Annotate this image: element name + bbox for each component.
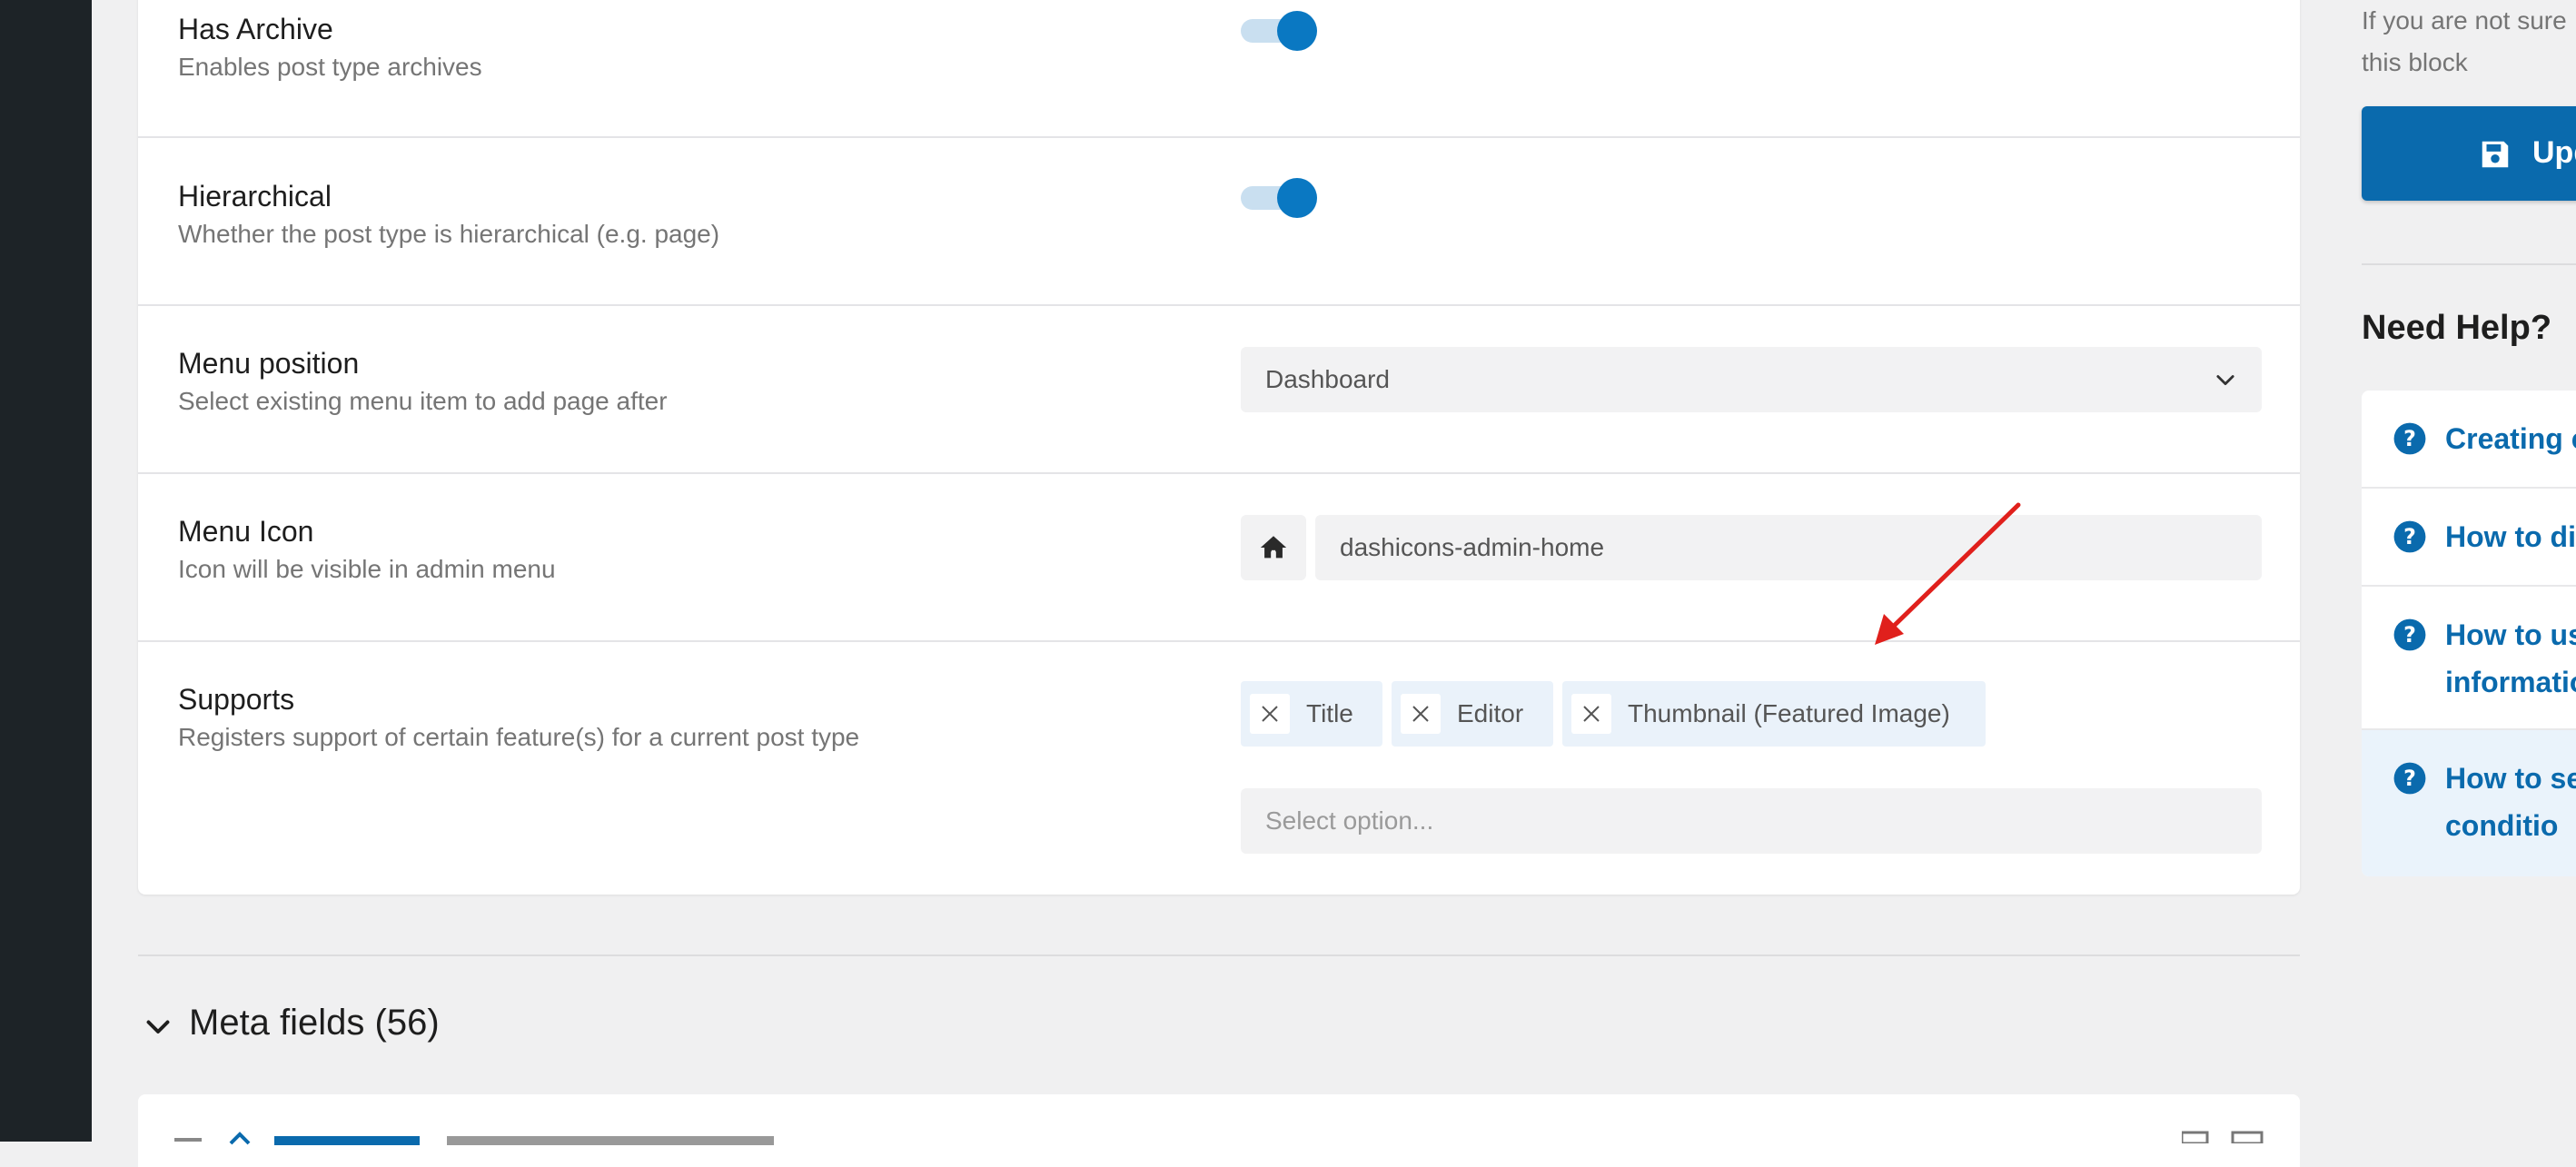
tag-label: Editor [1457, 699, 1524, 727]
help-link[interactable]: ? How to us informatio [2362, 587, 2576, 730]
tag-label: Thumbnail (Featured Image) [1628, 699, 1950, 727]
close-icon [1412, 706, 1429, 722]
hierarchical-label: Hierarchical [178, 180, 332, 213]
question-icon: ? [2393, 520, 2426, 553]
supports-tag-title: Title [1241, 681, 1382, 747]
has-archive-label: Has Archive [178, 13, 333, 45]
menu-icon-value: dashicons-admin-home [1340, 533, 1605, 561]
sidebar-hint-line: If you are not sure [2362, 6, 2567, 35]
help-link-text: How to di [2445, 520, 2576, 553]
sidebar-divider [2362, 263, 2576, 265]
sidebar-hint-line: this block [2362, 48, 2468, 76]
help-link[interactable]: ? Creating c [2362, 391, 2576, 489]
supports-tag-thumbnail: Thumbnail (Featured Image) [1562, 681, 1986, 747]
remove-tag-button[interactable] [1250, 694, 1290, 734]
help-link[interactable]: ? How to di [2362, 489, 2576, 587]
help-title: Need Help? [2362, 309, 2552, 347]
chevron-down-icon [2216, 375, 2234, 386]
supports-description: Registers support of certain feature(s) … [178, 723, 860, 751]
menu-position-value: Dashboard [1265, 365, 1390, 393]
menu-icon-label: Menu Icon [178, 515, 314, 548]
svg-text:?: ? [2403, 426, 2416, 451]
help-link-text: informatio [2445, 666, 2576, 698]
help-link-text: How to se [2445, 762, 2576, 795]
meta-fields-title: Meta fields (56) [189, 1003, 440, 1043]
chevron-down-icon [146, 1020, 170, 1033]
question-icon: ? [2393, 618, 2426, 651]
supports-tag-editor: Editor [1392, 681, 1553, 747]
has-archive-toggle[interactable] [1241, 11, 1317, 51]
help-links: ? Creating c ? How to di ? How to us inf… [2362, 391, 2576, 876]
save-icon [2482, 141, 2509, 168]
close-icon [1262, 706, 1278, 722]
question-icon: ? [2393, 762, 2426, 795]
update-button[interactable]: Upd [2362, 106, 2576, 201]
meta-fields-panel [138, 1094, 2300, 1167]
remove-tag-button[interactable] [1401, 694, 1441, 734]
svg-text:?: ? [2403, 524, 2416, 549]
help-link[interactable]: ? How to se conditio [2362, 730, 2576, 876]
menu-icon-input[interactable]: dashicons-admin-home [1315, 515, 2262, 580]
sidebar-hint: If you are not sure this block [2362, 0, 2567, 84]
hierarchical-toggle[interactable] [1241, 178, 1317, 218]
svg-text:?: ? [2403, 622, 2416, 648]
admin-sidebar [0, 0, 92, 1142]
remove-tag-button[interactable] [1571, 694, 1611, 734]
settings-panel: Has Archive Enables post type archives H… [138, 0, 2300, 895]
meta-field-row-fragment [174, 1132, 774, 1145]
help-link-text: Creating c [2445, 422, 2576, 455]
has-archive-description: Enables post type archives [178, 53, 482, 81]
supports-select-input[interactable]: Select option... [1241, 788, 2262, 854]
menu-icon-description: Icon will be visible in admin menu [178, 555, 556, 583]
supports-placeholder: Select option... [1265, 806, 1434, 835]
tag-label: Title [1306, 699, 1353, 727]
hierarchical-description: Whether the post type is hierarchical (e… [178, 220, 720, 248]
help-link-text: conditio [2445, 809, 2559, 842]
help-link-text: How to us [2445, 618, 2576, 651]
menu-position-description: Select existing menu item to add page af… [178, 387, 668, 415]
menu-position-select[interactable]: Dashboard [1241, 347, 2262, 412]
question-icon: ? [2393, 422, 2426, 455]
update-button-label: Upd [2532, 135, 2576, 170]
section-divider [138, 954, 2300, 956]
menu-icon-picker-button[interactable] [1241, 515, 1306, 580]
supports-label: Supports [178, 683, 295, 716]
home-icon [1260, 536, 1287, 559]
close-icon [1583, 706, 1600, 722]
svg-text:?: ? [2403, 766, 2416, 791]
menu-position-label: Menu position [178, 347, 360, 380]
